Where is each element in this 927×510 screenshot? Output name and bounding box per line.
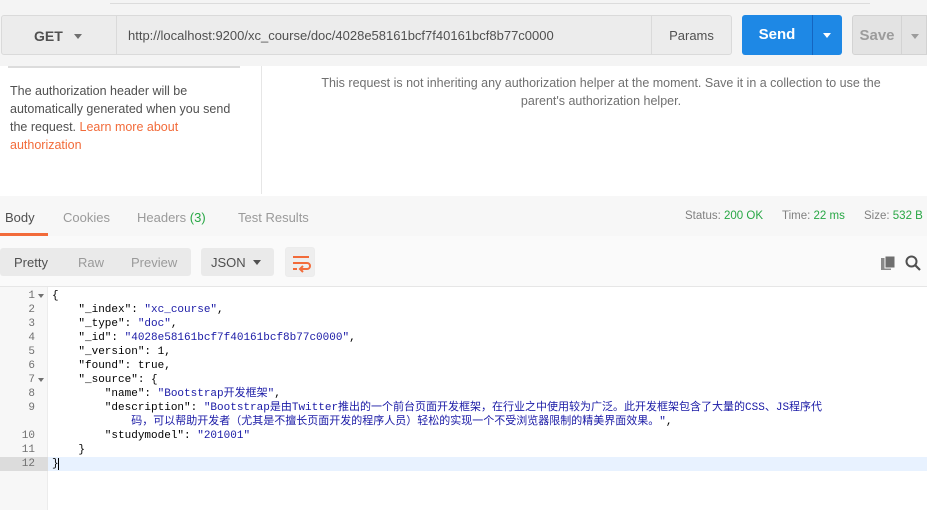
headers-count-badge: (3) [189,210,206,225]
fold-toggle-icon[interactable] [38,294,44,298]
code-token: , [274,388,281,400]
method-dropdown[interactable]: GET [1,15,117,55]
string-token: "Bootstrap是由Twitter推出的一个前台页面开发框架，在行业之中使用… [203,402,823,414]
time-label: Time: [782,210,811,222]
tab-headers[interactable]: Headers (3) [137,210,206,225]
code-line: "_type": "doc", [52,317,177,331]
code-token: } [52,444,86,456]
code-line: "_id": "4028e58161bcf7f40161bcf8b77c0000… [52,331,356,345]
code-token: , [349,332,356,344]
code-token: "description": [52,402,204,414]
response-toolbar: Pretty Raw Preview JSON [0,236,927,286]
code-line: "studymodel": "201001" [52,429,250,443]
time-value: 22 ms [813,210,845,222]
time-readout: Time: 22 ms [782,210,845,222]
string-token: "Bootstrap开发框架" [157,388,275,400]
code-line: "name": "Bootstrap开发框架", [52,387,281,401]
string-token: "xc_course" [144,304,218,316]
active-line-highlight [48,457,927,471]
auth-help-text: The authorization header will be automat… [10,82,250,154]
tab-test-results[interactable]: Test Results [238,210,309,225]
search-icon[interactable] [905,255,921,271]
line-number: 3 [28,318,35,330]
size-value: 532 B [892,210,923,222]
line-number: 4 [28,332,35,344]
size-readout: Size: 532 B [864,210,923,222]
code-line: 码，可以帮助开发者（尤其是不擅长页面开发的程序人员）轻松的实现一个不受浏览器限制… [52,415,672,429]
tab-body[interactable]: Body [5,210,35,225]
string-token: 码，可以帮助开发者（尤其是不擅长页面开发的程序人员）轻松的实现一个不受浏览器限制… [52,416,666,428]
request-bar: GET http://localhost:9200/xc_course/doc/… [0,0,927,66]
tab-headers-label: Headers [137,210,187,225]
line-number: 5 [28,346,35,358]
code-token: "_id": [52,332,125,344]
code-line: "found": true, [52,359,171,373]
line-number: 8 [28,388,35,400]
code-line: "_source": { [52,373,158,387]
text-cursor [58,458,59,470]
copy-icon[interactable] [880,255,896,271]
tab-cookies[interactable]: Cookies [63,210,110,225]
status-label: Status: [685,210,721,222]
url-input[interactable]: http://localhost:9200/xc_course/doc/4028… [117,15,652,55]
code-token: , [665,416,673,428]
response-body-editor[interactable]: 1 {2 "_index": "xc_course", 3 "_type": "do… [0,286,927,510]
size-label: Size: [864,210,890,222]
code-token: { [52,290,59,302]
save-button[interactable]: Save [852,15,902,55]
code-token: , [170,318,178,330]
code-token: "studymodel": [52,430,198,442]
line-number: 9 [28,402,35,414]
params-button[interactable]: Params [651,15,732,55]
code-token: "_version": 1, [52,346,171,358]
view-mode-preview[interactable]: Preview [131,255,177,270]
code-token: "name": [52,388,158,400]
send-options-button[interactable] [812,15,842,55]
auth-inherit-message: This request is not inheriting any autho… [321,76,881,108]
code-line: "_index": "xc_course", [52,303,224,317]
response-tabs: Body Cookies Headers (3) Test Results St… [0,196,927,236]
code-token: "found": true, [52,360,171,372]
status-readout: Status: 200 OK [685,210,763,222]
chevron-down-icon [74,34,82,39]
line-number: 10 [21,430,35,442]
code-token: "_index": [52,304,145,316]
string-token: "4028e58161bcf7f40161bcf8b77c0000" [124,332,350,344]
method-label: GET [34,28,63,44]
code-token: "_source": { [52,374,158,386]
string-token: "doc" [137,318,171,330]
line-number: 2 [28,304,35,316]
code-line: "description": "Bootstrap是由Twitter推出的一个前… [52,401,822,415]
line-number: 12 [21,458,35,470]
send-button[interactable]: Send [742,15,812,55]
view-mode-switch: Pretty Raw Preview [0,248,191,276]
line-number: 11 [21,444,35,456]
auth-type-select-edge[interactable] [8,66,240,68]
code-token: "_type": [52,318,138,330]
wrap-lines-icon [293,256,311,273]
status-value: 200 OK [724,210,764,222]
line-number: 1 [28,290,35,302]
format-dropdown[interactable]: JSON [201,248,274,276]
chevron-down-icon [253,260,261,265]
auth-help-panel: The authorization header will be automat… [0,66,262,194]
view-mode-raw[interactable]: Raw [78,255,104,270]
code-line: "_version": 1, [52,345,171,359]
line-number: 7 [28,374,35,386]
tab-strip-divider [110,0,870,4]
view-mode-pretty[interactable]: Pretty [14,255,48,270]
chevron-down-icon [823,33,831,38]
line-number: 6 [28,360,35,372]
save-options-button[interactable] [902,15,927,55]
string-token: "201001" [197,430,251,442]
chevron-down-icon [911,34,919,39]
code-line: } [52,443,85,457]
code-token: , [217,304,224,316]
code-line: { [52,289,59,303]
format-label: JSON [211,255,246,270]
wrap-lines-button[interactable] [285,247,315,277]
fold-toggle-icon[interactable] [38,378,44,382]
